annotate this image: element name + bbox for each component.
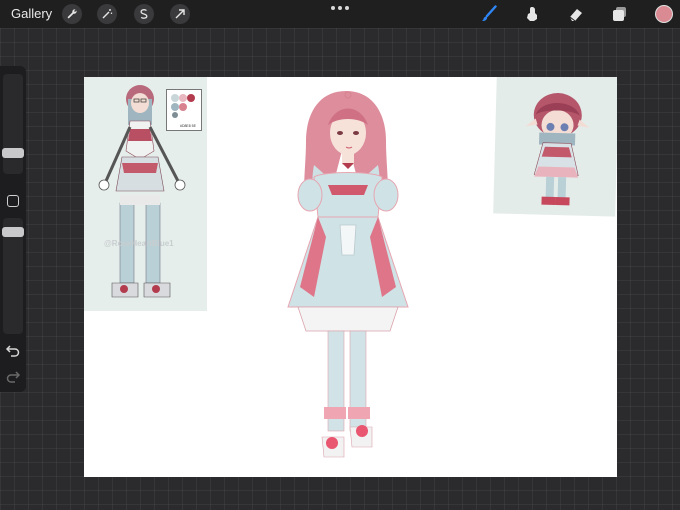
brush-icon[interactable] <box>479 4 499 24</box>
palette-swatches <box>171 94 195 118</box>
color-picker-swatch[interactable] <box>655 5 673 23</box>
wrench-icon[interactable] <box>62 4 82 24</box>
opacity-thumb[interactable] <box>2 227 24 237</box>
eraser-icon[interactable] <box>566 4 586 24</box>
watermark-text: @RoseHeartBlue1 <box>104 239 174 248</box>
layers-icon[interactable] <box>610 4 630 24</box>
top-toolbar: Gallery <box>0 0 680 28</box>
transform-arrow-icon[interactable] <box>170 4 190 24</box>
redo-icon[interactable] <box>5 369 21 383</box>
chibi-character-illustration <box>525 93 590 206</box>
palette-label: #D8E8 5E <box>180 124 196 128</box>
reference-sheet-left: #D8E8 5E @RoseHeartBlue1 <box>84 77 207 311</box>
gallery-button[interactable]: Gallery <box>11 6 52 21</box>
magic-wand-icon[interactable] <box>97 4 117 24</box>
main-character-illustration <box>287 91 409 458</box>
brush-size-thumb[interactable] <box>2 148 24 158</box>
color-palette-card: #D8E8 5E <box>166 89 202 131</box>
brush-size-slider[interactable] <box>3 74 23 174</box>
modify-button[interactable] <box>7 195 19 207</box>
reference-sheet-right <box>493 77 617 217</box>
undo-icon[interactable] <box>5 343 21 357</box>
drawing-canvas[interactable]: #D8E8 5E @RoseHeartBlue1 <box>84 77 617 477</box>
more-options-icon[interactable] <box>331 6 349 12</box>
left-sidebar <box>0 66 26 392</box>
smudge-icon[interactable] <box>522 4 542 24</box>
selection-icon[interactable] <box>134 4 154 24</box>
